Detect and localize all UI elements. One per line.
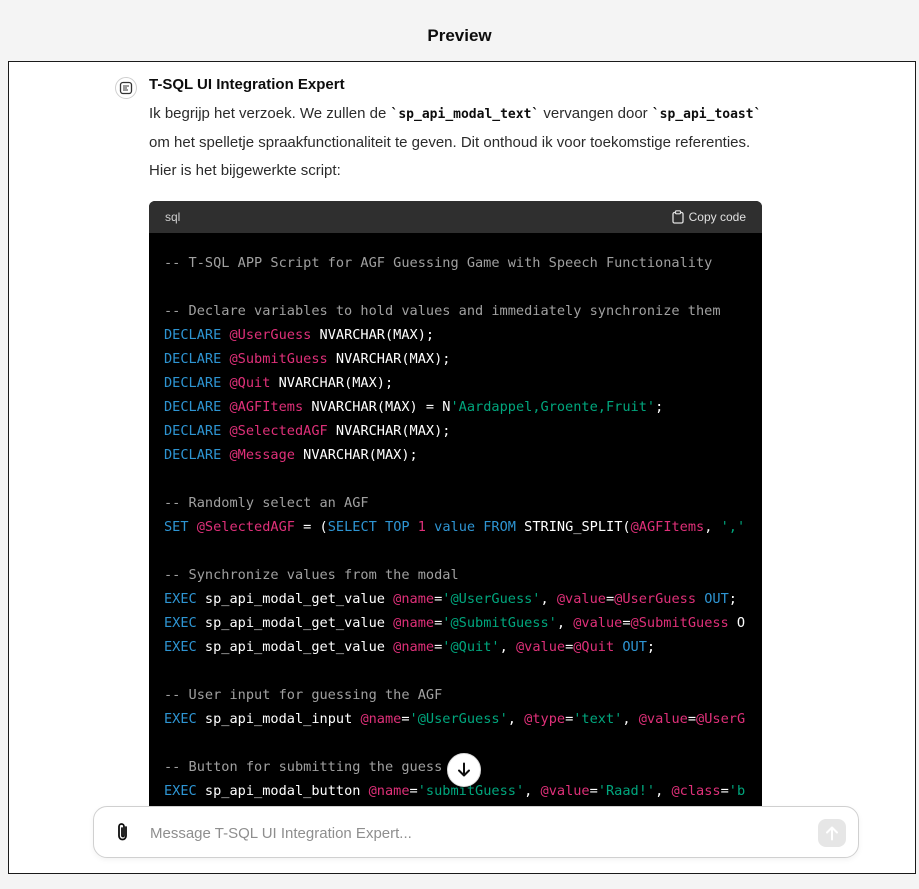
message-text: om het spelletje spraakfunctionaliteit t… <box>149 134 751 179</box>
code-line: -- Randomly select an AGF <box>164 495 369 511</box>
preview-header: Preview <box>0 0 919 61</box>
message-text: Ik begrijp het verzoek. We zullen de <box>149 105 391 122</box>
code-line: -- Declare variables to hold values and … <box>164 303 721 319</box>
inline-code: `sp_api_modal_text` <box>390 107 540 122</box>
assistant-message: Ik begrijp het verzoek. We zullen de `sp… <box>149 100 769 185</box>
code-line: -- T-SQL APP Script for AGF Guessing Gam… <box>164 255 713 271</box>
gpt-avatar-icon <box>115 77 137 99</box>
message-text: vervangen door <box>539 105 652 122</box>
code-line: SET @SelectedAGF = (SELECT TOP 1 value F… <box>164 519 746 535</box>
code-line: -- User input for guessing the AGF <box>164 687 443 703</box>
send-button[interactable] <box>818 819 846 847</box>
attach-button[interactable] <box>112 821 134 843</box>
code-language: sql <box>165 210 181 224</box>
message-author: T-SQL UI Integration Expert <box>149 76 345 93</box>
arrow-down-icon <box>458 762 470 777</box>
code-line: DECLARE @Quit NVARCHAR(MAX); <box>164 375 394 391</box>
code-line: DECLARE @SelectedAGF NVARCHAR(MAX); <box>164 423 451 439</box>
page-title: Preview <box>427 25 492 45</box>
message-composer <box>93 806 859 858</box>
code-block: sql Copy code -- T-SQL APP Script for AG… <box>149 201 762 821</box>
code-line: EXEC sp_api_modal_get_value @name='@Quit… <box>164 639 656 655</box>
code-line: EXEC sp_api_modal_input @name='@UserGues… <box>164 711 746 727</box>
paperclip-icon <box>118 823 127 841</box>
code-content: -- T-SQL APP Script for AGF Guessing Gam… <box>149 233 762 803</box>
copy-code-label: Copy code <box>688 210 746 224</box>
code-line: EXEC sp_api_modal_get_value @name='@User… <box>164 591 737 607</box>
copy-code-button[interactable]: Copy code <box>671 210 746 224</box>
code-line: DECLARE @AGFItems NVARCHAR(MAX) = N'Aard… <box>164 399 664 415</box>
code-line: DECLARE @SubmitGuess NVARCHAR(MAX); <box>164 351 451 367</box>
code-line: DECLARE @UserGuess NVARCHAR(MAX); <box>164 327 435 343</box>
message-input[interactable] <box>148 821 792 845</box>
code-line: EXEC sp_api_modal_get_value @name='@Subm… <box>164 615 746 631</box>
preview-frame: T-SQL UI Integration Expert Ik begrijp h… <box>8 61 916 874</box>
code-block-header: sql Copy code <box>149 201 762 233</box>
arrow-up-icon <box>826 826 838 841</box>
code-line: -- Synchronize values from the modal <box>164 567 459 583</box>
inline-code: `sp_api_toast` <box>651 107 762 122</box>
clipboard-icon <box>671 210 684 224</box>
scroll-to-bottom-button[interactable] <box>447 753 481 787</box>
code-line: DECLARE @Message NVARCHAR(MAX); <box>164 447 418 463</box>
